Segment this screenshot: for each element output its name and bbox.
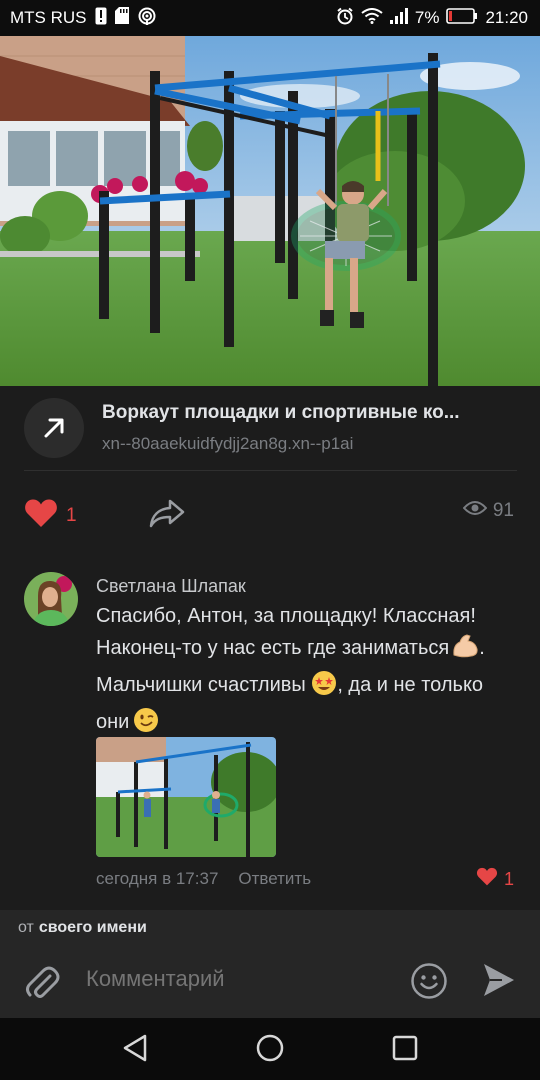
post-as-prefix: от	[18, 919, 34, 936]
post-as-name: своего имени	[38, 919, 147, 936]
comment-meta: сегодня в 17:37 Ответить	[96, 869, 311, 889]
comment-text: Спасибо, Антон, за площадку! Классная! Н…	[96, 600, 520, 743]
avatar[interactable]	[24, 572, 78, 626]
comment-like-count: 1	[503, 868, 514, 889]
sim-alert-icon	[95, 7, 107, 30]
signal-icon	[389, 7, 408, 29]
comment-like-button[interactable]: 1	[476, 867, 514, 891]
post-actions: 1 91	[0, 470, 540, 558]
link-title: Воркаут площадки и спортивные ко...	[102, 402, 460, 423]
home-button[interactable]	[256, 1034, 284, 1067]
system-nav-bar	[0, 1018, 540, 1080]
back-button[interactable]	[120, 1033, 150, 1068]
paperclip-icon	[24, 966, 60, 1006]
comment-photo[interactable]	[96, 737, 276, 857]
heart-icon	[24, 498, 58, 533]
battery-percent: 7%	[414, 8, 440, 27]
clock: 21:20	[485, 8, 528, 27]
post-photo[interactable]	[0, 36, 540, 386]
flexed-biceps-emoji-icon	[451, 633, 479, 669]
like-button[interactable]: 1	[24, 498, 77, 533]
views-count: 91	[492, 500, 514, 521]
share-button[interactable]	[148, 498, 186, 533]
eye-icon	[462, 500, 488, 522]
like-count: 1	[66, 504, 77, 526]
post-as-selector[interactable]: от своего имени	[0, 910, 540, 946]
attach-button[interactable]	[24, 962, 60, 1007]
emoji-button[interactable]	[410, 962, 448, 1005]
comment: Светлана Шлапак Спасибо, Антон, за площа…	[0, 558, 540, 910]
sd-card-icon	[114, 7, 129, 29]
heart-icon	[476, 867, 498, 891]
comment-composer	[0, 946, 540, 1018]
comment-time: сегодня в 17:37	[96, 869, 219, 888]
reply-button[interactable]: Ответить	[238, 869, 311, 889]
wifi-icon	[361, 7, 383, 29]
hotspot-icon	[137, 7, 157, 30]
comment-input[interactable]	[86, 966, 386, 992]
link-card[interactable]: Воркаут площадки и спортивные ко... xn--…	[0, 386, 540, 470]
comment-text-part: Спасибо, Антон, за площадку! Классная! Н…	[96, 605, 476, 659]
send-icon	[482, 964, 516, 1002]
arrow-link-icon	[24, 398, 84, 458]
home-icon	[256, 1034, 284, 1066]
recent-apps-button[interactable]	[392, 1035, 418, 1066]
battery-icon	[446, 7, 478, 29]
star-struck-emoji-icon	[311, 670, 337, 706]
carrier-name: MTS RUS	[10, 8, 87, 27]
comment-author[interactable]: Светлана Шлапак	[96, 576, 246, 597]
back-icon	[120, 1034, 150, 1067]
send-button[interactable]	[482, 962, 516, 1003]
alarm-icon	[336, 7, 354, 30]
views-counter: 91	[462, 500, 514, 522]
smiley-icon	[410, 963, 448, 1004]
recent-apps-icon	[392, 1035, 418, 1065]
share-icon	[148, 499, 186, 532]
divider	[24, 470, 517, 471]
link-url: xn--80aaekuidfydjj2an8g.xn--p1ai	[102, 434, 354, 453]
status-bar: MTS RUS 7% 21:20	[0, 0, 540, 36]
